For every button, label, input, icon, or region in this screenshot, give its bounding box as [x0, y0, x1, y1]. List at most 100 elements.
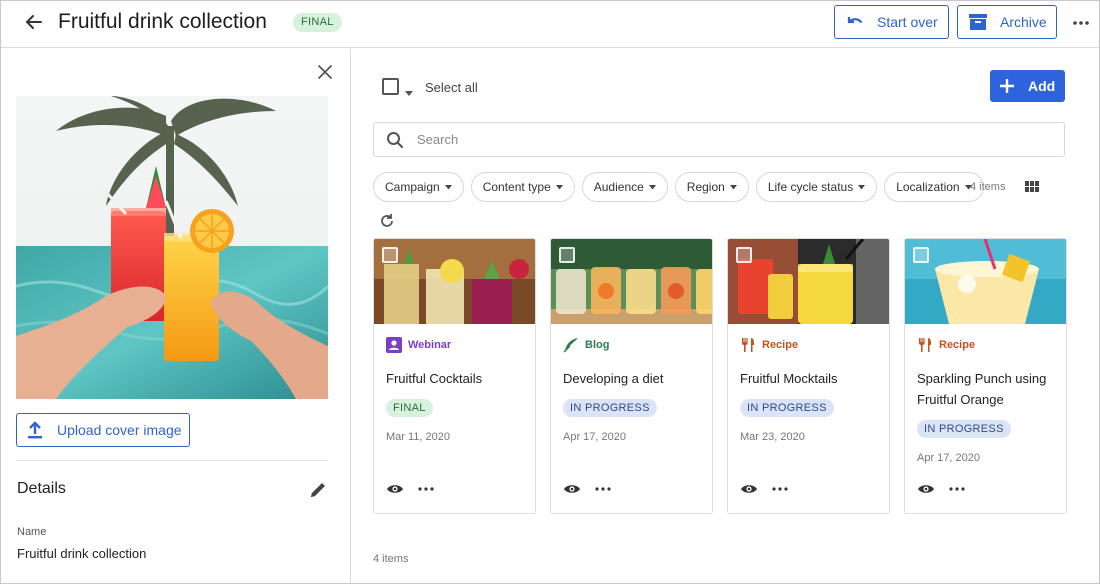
filter-label: Campaign [385, 180, 440, 194]
more-options-icon[interactable] [772, 486, 788, 492]
add-label: Add [1028, 78, 1056, 94]
filter-label: Life cycle status [767, 180, 854, 194]
feather-icon [563, 338, 578, 353]
archive-label: Archive [1000, 14, 1047, 30]
card-thumbnail [905, 239, 1066, 324]
card-type-label: Webinar [408, 339, 452, 351]
filter-life-cycle-status[interactable]: Life cycle status [755, 172, 878, 202]
card-date: Mar 11, 2020 [386, 431, 451, 443]
card-checkbox[interactable] [736, 247, 752, 263]
card-status-badge: FINAL [386, 399, 433, 417]
more-options-icon[interactable] [949, 486, 965, 492]
fork-knife-icon [919, 338, 931, 352]
name-field-value: Fruitful drink collection [17, 546, 147, 561]
more-options-icon[interactable] [418, 486, 434, 492]
upload-icon [28, 421, 42, 439]
search-icon [387, 131, 404, 148]
content-card[interactable]: Recipe Fruitful Mocktails IN PROGRESS Ma… [727, 238, 890, 514]
chevron-down-icon [858, 184, 866, 189]
more-options-icon[interactable] [1071, 13, 1091, 33]
search-input[interactable] [417, 132, 1017, 147]
upload-cover-label: Upload cover image [57, 422, 182, 438]
filter-audience[interactable]: Audience [581, 172, 668, 202]
name-field-label: Name [17, 526, 47, 538]
card-type-label: Blog [585, 339, 610, 351]
cover-image [16, 96, 328, 399]
content-card[interactable]: Recipe Sparkling Punch using Fruitful Or… [904, 238, 1067, 514]
status-badge: FINAL [293, 13, 342, 32]
filter-bar: Campaign Content type Audience Region Li… [373, 172, 984, 202]
card-title: Developing a diet [563, 371, 664, 386]
card-type: Blog [563, 337, 609, 353]
card-thumbnail [551, 239, 712, 324]
card-title: Fruitful Mocktails [740, 371, 838, 386]
fork-knife-icon [742, 338, 754, 352]
filter-campaign[interactable]: Campaign [373, 172, 464, 202]
card-type: Webinar [386, 337, 451, 353]
close-icon[interactable] [316, 63, 334, 81]
details-panel: Upload cover image Details Name Fruitful… [1, 49, 351, 583]
card-actions [740, 483, 788, 495]
eye-icon[interactable] [917, 483, 935, 495]
content-card[interactable]: Blog Developing a diet IN PROGRESS Apr 1… [550, 238, 713, 514]
card-date: Apr 17, 2020 [917, 452, 980, 464]
card-status-badge: IN PROGRESS [563, 399, 657, 417]
card-actions [563, 483, 611, 495]
card-grid: Webinar Fruitful Cocktails FINAL Mar 11,… [373, 238, 1067, 514]
archive-icon [969, 14, 987, 30]
add-button[interactable]: Add [990, 70, 1065, 102]
filter-label: Audience [593, 180, 644, 194]
edit-pencil-icon[interactable] [308, 480, 328, 500]
item-count-footer: 4 items [373, 553, 409, 565]
more-options-icon[interactable] [595, 486, 611, 492]
archive-button[interactable]: Archive [957, 5, 1057, 39]
card-checkbox[interactable] [559, 247, 575, 263]
filter-label: Localization [896, 180, 960, 194]
undo-icon [847, 17, 863, 24]
select-dropdown-icon[interactable] [405, 84, 413, 96]
upload-cover-button[interactable]: Upload cover image [16, 413, 190, 447]
start-over-button[interactable]: Start over [834, 5, 949, 39]
card-thumbnail [728, 239, 889, 324]
plus-icon [1000, 79, 1014, 93]
webinar-icon [386, 337, 402, 353]
select-all-label: Select all [425, 80, 478, 95]
search-bar [373, 122, 1065, 157]
chevron-down-icon [444, 184, 452, 189]
back-arrow-icon[interactable] [23, 11, 45, 33]
eye-icon[interactable] [740, 483, 758, 495]
card-date: Mar 23, 2020 [740, 431, 805, 443]
card-thumbnail [374, 239, 535, 324]
card-status-badge: IN PROGRESS [917, 420, 1011, 438]
chevron-down-icon [648, 184, 656, 189]
divider [16, 460, 328, 461]
select-all-checkbox[interactable] [382, 78, 399, 95]
eye-icon[interactable] [563, 483, 581, 495]
collection-items-panel: Select all Add Campaign Content type Aud… [352, 49, 1099, 583]
card-actions [386, 483, 434, 495]
chevron-down-icon [555, 184, 563, 189]
card-checkbox[interactable] [913, 247, 929, 263]
card-type-label: Recipe [939, 339, 976, 351]
eye-icon[interactable] [386, 483, 404, 495]
card-status-badge: IN PROGRESS [740, 399, 834, 417]
page-header: Fruitful drink collection FINAL Start ov… [1, 1, 1099, 48]
card-type-label: Recipe [762, 339, 799, 351]
filter-label: Content type [482, 180, 551, 194]
refresh-icon[interactable] [379, 213, 395, 229]
grid-view-icon[interactable] [1025, 180, 1039, 192]
card-checkbox[interactable] [382, 247, 398, 263]
card-title: Sparkling Punch using Fruitful Orange [917, 371, 1047, 407]
page-title: Fruitful drink collection [58, 10, 267, 33]
card-type: Recipe [917, 337, 975, 353]
item-count: 4 items [970, 181, 1006, 193]
card-date: Apr 17, 2020 [563, 431, 626, 443]
chevron-down-icon [729, 184, 737, 189]
card-type: Recipe [740, 337, 798, 353]
content-card[interactable]: Webinar Fruitful Cocktails FINAL Mar 11,… [373, 238, 536, 514]
filter-content-type[interactable]: Content type [470, 172, 575, 202]
filter-region[interactable]: Region [674, 172, 749, 202]
card-actions [917, 483, 965, 495]
filter-localization[interactable]: Localization [884, 172, 984, 202]
start-over-label: Start over [877, 14, 938, 30]
